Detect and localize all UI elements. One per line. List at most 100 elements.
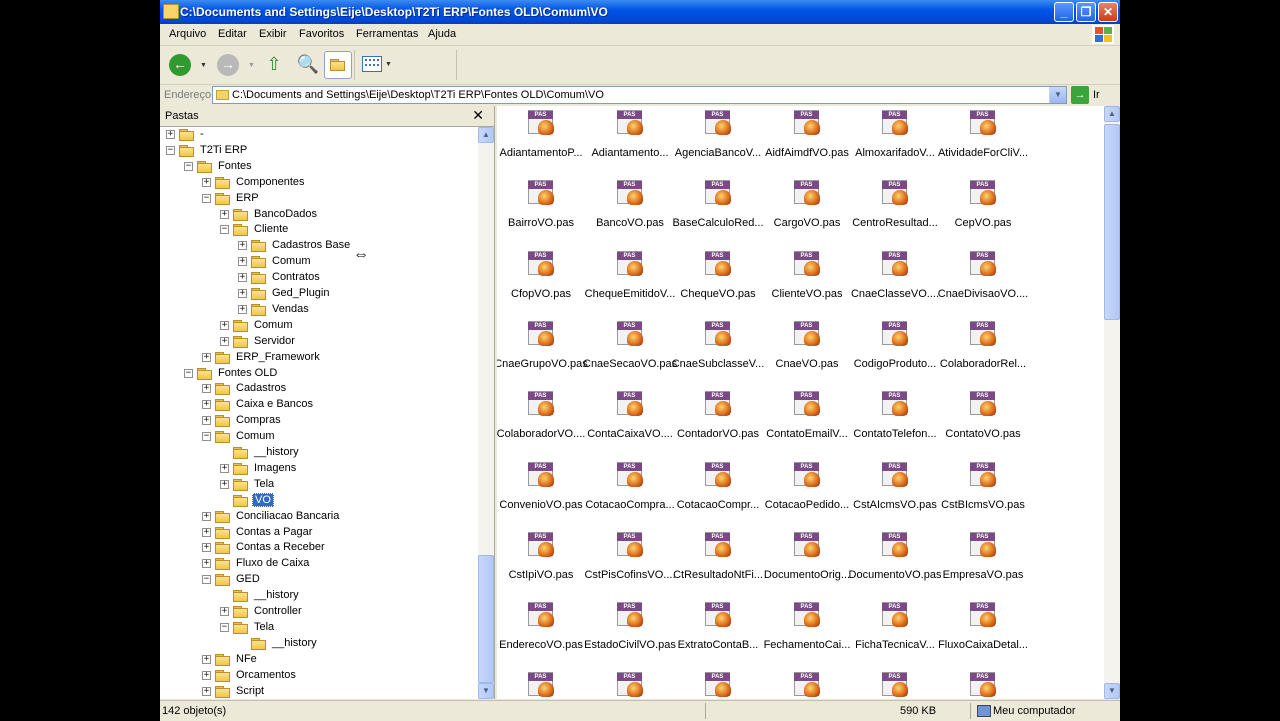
- file-item[interactable]: PAS BairroVO.pas: [498, 178, 584, 246]
- maximize-button[interactable]: ❐: [1076, 2, 1096, 22]
- up-folder-icon[interactable]: ⇧: [262, 51, 286, 79]
- file-item[interactable]: PAS: [940, 670, 1026, 699]
- expand-icon[interactable]: +: [202, 384, 211, 394]
- expand-icon[interactable]: +: [202, 543, 211, 553]
- file-item[interactable]: PAS CnaeClasseVO....: [851, 249, 939, 317]
- file-item[interactable]: PAS BancoVO.pas: [587, 178, 673, 246]
- expand-icon[interactable]: +: [238, 304, 247, 314]
- file-item[interactable]: PAS CargoVO.pas: [764, 178, 850, 246]
- collapse-icon[interactable]: −: [184, 368, 193, 378]
- tree-scroll-thumb[interactable]: [478, 555, 494, 683]
- file-item[interactable]: PAS CentroResultad...: [852, 178, 938, 246]
- expand-icon[interactable]: +: [202, 177, 211, 187]
- file-item[interactable]: PAS CotacaoPedido...: [764, 460, 850, 528]
- file-item[interactable]: PAS ContatoEmailV...: [764, 389, 850, 457]
- expand-icon[interactable]: +: [220, 336, 229, 346]
- expand-icon[interactable]: +: [202, 400, 211, 410]
- go-arrow-icon[interactable]: →: [1071, 86, 1089, 104]
- file-item[interactable]: PAS FluxoCaixaDetal...: [938, 600, 1028, 668]
- file-item[interactable]: PAS ChequeVO.pas: [675, 249, 761, 317]
- file-item[interactable]: PAS EmpresaVO.pas: [940, 530, 1026, 598]
- file-item[interactable]: PAS DocumentoOrig...: [764, 530, 850, 598]
- address-input[interactable]: C:\Documents and Settings\Eije\Desktop\T…: [212, 86, 1067, 104]
- file-item[interactable]: PAS CtResultadoNtFi...: [673, 530, 763, 598]
- menu-arquivo[interactable]: Arquivo: [169, 28, 206, 40]
- tree-scrollbar[interactable]: ▲ ▼: [478, 127, 494, 699]
- collapse-icon[interactable]: −: [220, 622, 229, 632]
- menu-ajuda[interactable]: Ajuda: [428, 28, 456, 40]
- menu-favoritos[interactable]: Favoritos: [299, 28, 344, 40]
- file-item[interactable]: PAS AtividadeForCliV...: [938, 108, 1028, 176]
- file-item[interactable]: PAS ChequeEmitidoV...: [585, 249, 675, 317]
- menu-editar[interactable]: Editar: [218, 28, 247, 40]
- expand-icon[interactable]: +: [220, 463, 229, 473]
- expand-icon[interactable]: +: [202, 511, 211, 521]
- file-item[interactable]: PAS ContatoTelefon...: [852, 389, 938, 457]
- menu-ferramentas[interactable]: Ferramentas: [356, 28, 418, 40]
- scroll-up-icon[interactable]: ▲: [1104, 106, 1120, 122]
- expand-icon[interactable]: +: [166, 130, 175, 139]
- expand-icon[interactable]: +: [238, 273, 247, 283]
- file-item[interactable]: PAS CodigoProduto...: [852, 319, 938, 387]
- file-item[interactable]: PAS CnaeGrupoVO.pas: [497, 319, 588, 387]
- files-scroll-thumb[interactable]: [1104, 124, 1120, 320]
- file-item[interactable]: PAS AgenciaBancoV...: [675, 108, 761, 176]
- expand-icon[interactable]: +: [202, 352, 211, 362]
- close-pane-icon[interactable]: ✕: [472, 107, 484, 124]
- expand-icon[interactable]: +: [202, 654, 211, 664]
- file-item[interactable]: PAS CnaeSecaoVO.pas: [583, 319, 677, 387]
- collapse-icon[interactable]: −: [202, 432, 211, 442]
- expand-icon[interactable]: +: [202, 670, 211, 680]
- file-item[interactable]: PAS: [675, 670, 761, 699]
- file-item[interactable]: PAS CnaeSubclasseV...: [672, 319, 764, 387]
- forward-dropdown-icon[interactable]: ▼: [248, 62, 255, 69]
- close-button[interactable]: ✕: [1098, 2, 1118, 22]
- file-item[interactable]: PAS CstAIcmsVO.pas: [852, 460, 938, 528]
- file-item[interactable]: PAS CstBIcmsVO.pas: [940, 460, 1026, 528]
- file-item[interactable]: PAS ContaCaixaVO....: [587, 389, 673, 457]
- expand-icon[interactable]: +: [202, 686, 211, 696]
- back-arrow-icon[interactable]: ←: [169, 54, 191, 76]
- views-button[interactable]: ▼: [360, 51, 394, 79]
- file-item[interactable]: PAS BaseCalculoRed...: [672, 178, 764, 246]
- file-item[interactable]: PAS DocumentoVO.pas: [849, 530, 941, 598]
- scroll-up-icon[interactable]: ▲: [478, 127, 494, 143]
- file-item[interactable]: PAS FechamentoCai...: [764, 600, 850, 668]
- expand-icon[interactable]: +: [202, 416, 211, 426]
- file-item[interactable]: PAS ConvenioVO.pas: [498, 460, 584, 528]
- file-item[interactable]: PAS CstIpiVO.pas: [498, 530, 584, 598]
- title-bar[interactable]: C:\Documents and Settings\Eije\Desktop\T…: [160, 0, 1120, 24]
- collapse-icon[interactable]: −: [184, 161, 193, 171]
- scroll-down-icon[interactable]: ▼: [478, 683, 494, 699]
- back-dropdown-icon[interactable]: ▼: [200, 62, 207, 69]
- file-item[interactable]: PAS CfopVO.pas: [498, 249, 584, 317]
- file-item[interactable]: PAS ExtratoContaB...: [675, 600, 761, 668]
- file-item[interactable]: PAS EstadoCivilVO.pas: [584, 600, 676, 668]
- file-item[interactable]: PAS: [498, 670, 584, 699]
- minimize-button[interactable]: _: [1054, 2, 1074, 22]
- file-item[interactable]: PAS ContatoVO.pas: [940, 389, 1026, 457]
- file-item[interactable]: PAS ColaboradorRel...: [940, 319, 1026, 387]
- collapse-icon[interactable]: −: [166, 145, 175, 155]
- menu-exibir[interactable]: Exibir: [259, 28, 287, 40]
- expand-icon[interactable]: +: [238, 289, 247, 298]
- collapse-icon[interactable]: −: [202, 575, 211, 585]
- collapse-icon[interactable]: −: [220, 225, 229, 235]
- file-item[interactable]: PAS FichaTecnicaV...: [852, 600, 938, 668]
- file-item[interactable]: PAS AlmoxarifadoV...: [852, 108, 938, 176]
- file-item[interactable]: PAS: [764, 670, 850, 699]
- expand-icon[interactable]: +: [220, 320, 229, 330]
- expand-icon[interactable]: +: [202, 559, 211, 569]
- file-item[interactable]: PAS: [852, 670, 938, 699]
- file-item[interactable]: PAS EnderecoVO.pas: [498, 600, 584, 668]
- address-dropdown-icon[interactable]: ▼: [1049, 87, 1066, 103]
- expand-icon[interactable]: +: [238, 257, 247, 267]
- file-item[interactable]: PAS CnaeVO.pas: [764, 319, 850, 387]
- collapse-icon[interactable]: −: [202, 193, 211, 203]
- file-item[interactable]: PAS Adiantamento...: [587, 108, 673, 176]
- search-icon[interactable]: 🔍: [294, 51, 322, 79]
- expand-icon[interactable]: +: [220, 479, 229, 489]
- folders-button[interactable]: [324, 51, 352, 79]
- scroll-down-icon[interactable]: ▼: [1104, 683, 1120, 699]
- file-item[interactable]: PAS CstPisCofinsVO....: [584, 530, 676, 598]
